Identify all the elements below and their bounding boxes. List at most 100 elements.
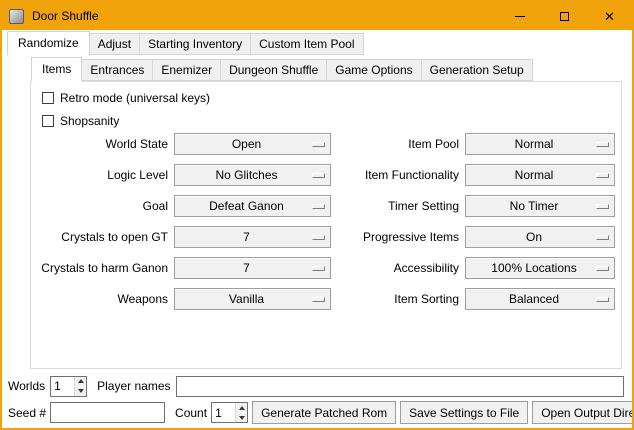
- option-menu-indicator-icon: [596, 266, 609, 271]
- seed-label: Seed #: [8, 406, 46, 420]
- main-tab-strip: Randomize Adjust Starting Inventory Cust…: [7, 33, 364, 55]
- option-menu-indicator-icon: [312, 297, 325, 302]
- dropdown-weapons[interactable]: Vanilla: [174, 288, 331, 310]
- tab-items[interactable]: Items: [31, 57, 82, 82]
- worlds-down-button[interactable]: [74, 386, 86, 396]
- dropdown-value: Normal: [515, 168, 554, 182]
- dropdown-value: On: [526, 230, 542, 244]
- generate-row: Seed # Count Generate Patched Rom Save S…: [8, 401, 626, 424]
- minimize-button[interactable]: [497, 2, 542, 30]
- triangle-down-icon: [239, 416, 245, 420]
- label-crystals-open-gt: Crystals to open GT: [36, 230, 168, 244]
- label-weapons: Weapons: [36, 292, 168, 306]
- player-names-input[interactable]: [176, 376, 625, 397]
- dropdown-value: 7: [243, 230, 250, 244]
- count-up-button[interactable]: [235, 403, 247, 412]
- tab-custom-item-pool[interactable]: Custom Item Pool: [250, 33, 363, 55]
- worlds-up-button[interactable]: [74, 377, 86, 386]
- dropdown-goal[interactable]: Defeat Ganon: [174, 195, 331, 217]
- label-goal: Goal: [36, 199, 168, 213]
- dropdown-value: 100% Locations: [491, 261, 576, 275]
- label-item-sorting: Item Sorting: [337, 292, 459, 306]
- triangle-down-icon: [78, 389, 84, 393]
- tab-randomize[interactable]: Randomize: [7, 31, 90, 56]
- save-settings-button[interactable]: Save Settings to File: [400, 401, 528, 424]
- checkbox-shopsanity[interactable]: Shopsanity: [42, 114, 119, 128]
- count-label: Count: [175, 406, 207, 420]
- dropdown-progressive-items[interactable]: On: [465, 226, 615, 248]
- checkbox-icon: [42, 92, 54, 104]
- window-controls: ✕: [497, 2, 632, 30]
- maximize-button[interactable]: [542, 2, 587, 30]
- dropdown-value: No Glitches: [215, 168, 277, 182]
- label-logic-level: Logic Level: [36, 168, 168, 182]
- dropdown-logic-level[interactable]: No Glitches: [174, 164, 331, 186]
- count-spinner: [235, 403, 247, 422]
- dropdown-crystals-open-gt[interactable]: 7: [174, 226, 331, 248]
- label-crystals-harm-ganon: Crystals to harm Ganon: [36, 261, 168, 275]
- worlds-input[interactable]: [51, 377, 74, 396]
- tab-game-options[interactable]: Game Options: [326, 59, 421, 81]
- option-menu-indicator-icon: [596, 173, 609, 178]
- dropdown-value: 7: [243, 261, 250, 275]
- open-output-button[interactable]: Open Output Directory: [532, 401, 634, 424]
- label-item-pool: Item Pool: [337, 137, 459, 151]
- option-menu-indicator-icon: [596, 235, 609, 240]
- dropdown-value: Normal: [515, 137, 554, 151]
- label-world-state: World State: [36, 137, 168, 151]
- options-grid: World State Open Item Pool Normal Logic …: [36, 133, 615, 310]
- checkbox-icon: [42, 115, 54, 127]
- app-window: Door Shuffle ✕ Randomize Adjust Starting…: [0, 0, 634, 430]
- dropdown-value: Open: [232, 137, 261, 151]
- close-button[interactable]: ✕: [587, 2, 632, 30]
- minimize-icon: [515, 16, 525, 17]
- triangle-up-icon: [239, 406, 245, 410]
- checkbox-label: Shopsanity: [60, 114, 119, 128]
- option-menu-indicator-icon: [312, 266, 325, 271]
- dropdown-accessibility[interactable]: 100% Locations: [465, 257, 615, 279]
- generate-rom-button[interactable]: Generate Patched Rom: [252, 401, 396, 424]
- worlds-spinner: [74, 377, 86, 396]
- label-progressive-items: Progressive Items: [337, 230, 459, 244]
- dropdown-item-pool[interactable]: Normal: [465, 133, 615, 155]
- tab-starting-inventory[interactable]: Starting Inventory: [139, 33, 251, 55]
- dropdown-value: No Timer: [510, 199, 559, 213]
- worlds-label: Worlds: [8, 379, 45, 393]
- option-menu-indicator-icon: [312, 142, 325, 147]
- label-timer-setting: Timer Setting: [337, 199, 459, 213]
- option-menu-indicator-icon: [312, 173, 325, 178]
- count-down-button[interactable]: [235, 412, 247, 422]
- dropdown-world-state[interactable]: Open: [174, 133, 331, 155]
- dropdown-crystals-harm-ganon[interactable]: 7: [174, 257, 331, 279]
- dropdown-value: Balanced: [509, 292, 559, 306]
- checkbox-retro-mode[interactable]: Retro mode (universal keys): [42, 91, 210, 105]
- count-spinbox[interactable]: [211, 402, 248, 423]
- app-icon: [9, 9, 24, 24]
- seed-input[interactable]: [50, 402, 165, 423]
- triangle-up-icon: [78, 379, 84, 383]
- option-menu-indicator-icon: [596, 297, 609, 302]
- tab-enemizer[interactable]: Enemizer: [152, 59, 221, 81]
- window-title: Door Shuffle: [32, 9, 99, 23]
- dropdown-item-functionality[interactable]: Normal: [465, 164, 615, 186]
- dropdown-value: Defeat Ganon: [209, 199, 284, 213]
- tab-adjust[interactable]: Adjust: [89, 33, 140, 55]
- worlds-spinbox[interactable]: [50, 376, 87, 397]
- count-input[interactable]: [212, 403, 235, 422]
- option-menu-indicator-icon: [312, 235, 325, 240]
- tab-dungeon-shuffle[interactable]: Dungeon Shuffle: [220, 59, 327, 81]
- titlebar[interactable]: Door Shuffle ✕: [2, 2, 632, 30]
- label-accessibility: Accessibility: [337, 261, 459, 275]
- items-pane: Retro mode (universal keys) Shopsanity W…: [30, 81, 622, 369]
- dropdown-value: Vanilla: [229, 292, 264, 306]
- label-item-functionality: Item Functionality: [337, 168, 459, 182]
- sub-tab-strip: Items Entrances Enemizer Dungeon Shuffle…: [31, 59, 533, 81]
- close-icon: ✕: [604, 10, 615, 23]
- tab-entrances[interactable]: Entrances: [81, 59, 153, 81]
- dropdown-item-sorting[interactable]: Balanced: [465, 288, 615, 310]
- maximize-icon: [560, 12, 569, 21]
- option-menu-indicator-icon: [596, 204, 609, 209]
- worlds-row: Worlds Player names: [8, 375, 626, 397]
- tab-generation-setup[interactable]: Generation Setup: [421, 59, 533, 81]
- dropdown-timer-setting[interactable]: No Timer: [465, 195, 615, 217]
